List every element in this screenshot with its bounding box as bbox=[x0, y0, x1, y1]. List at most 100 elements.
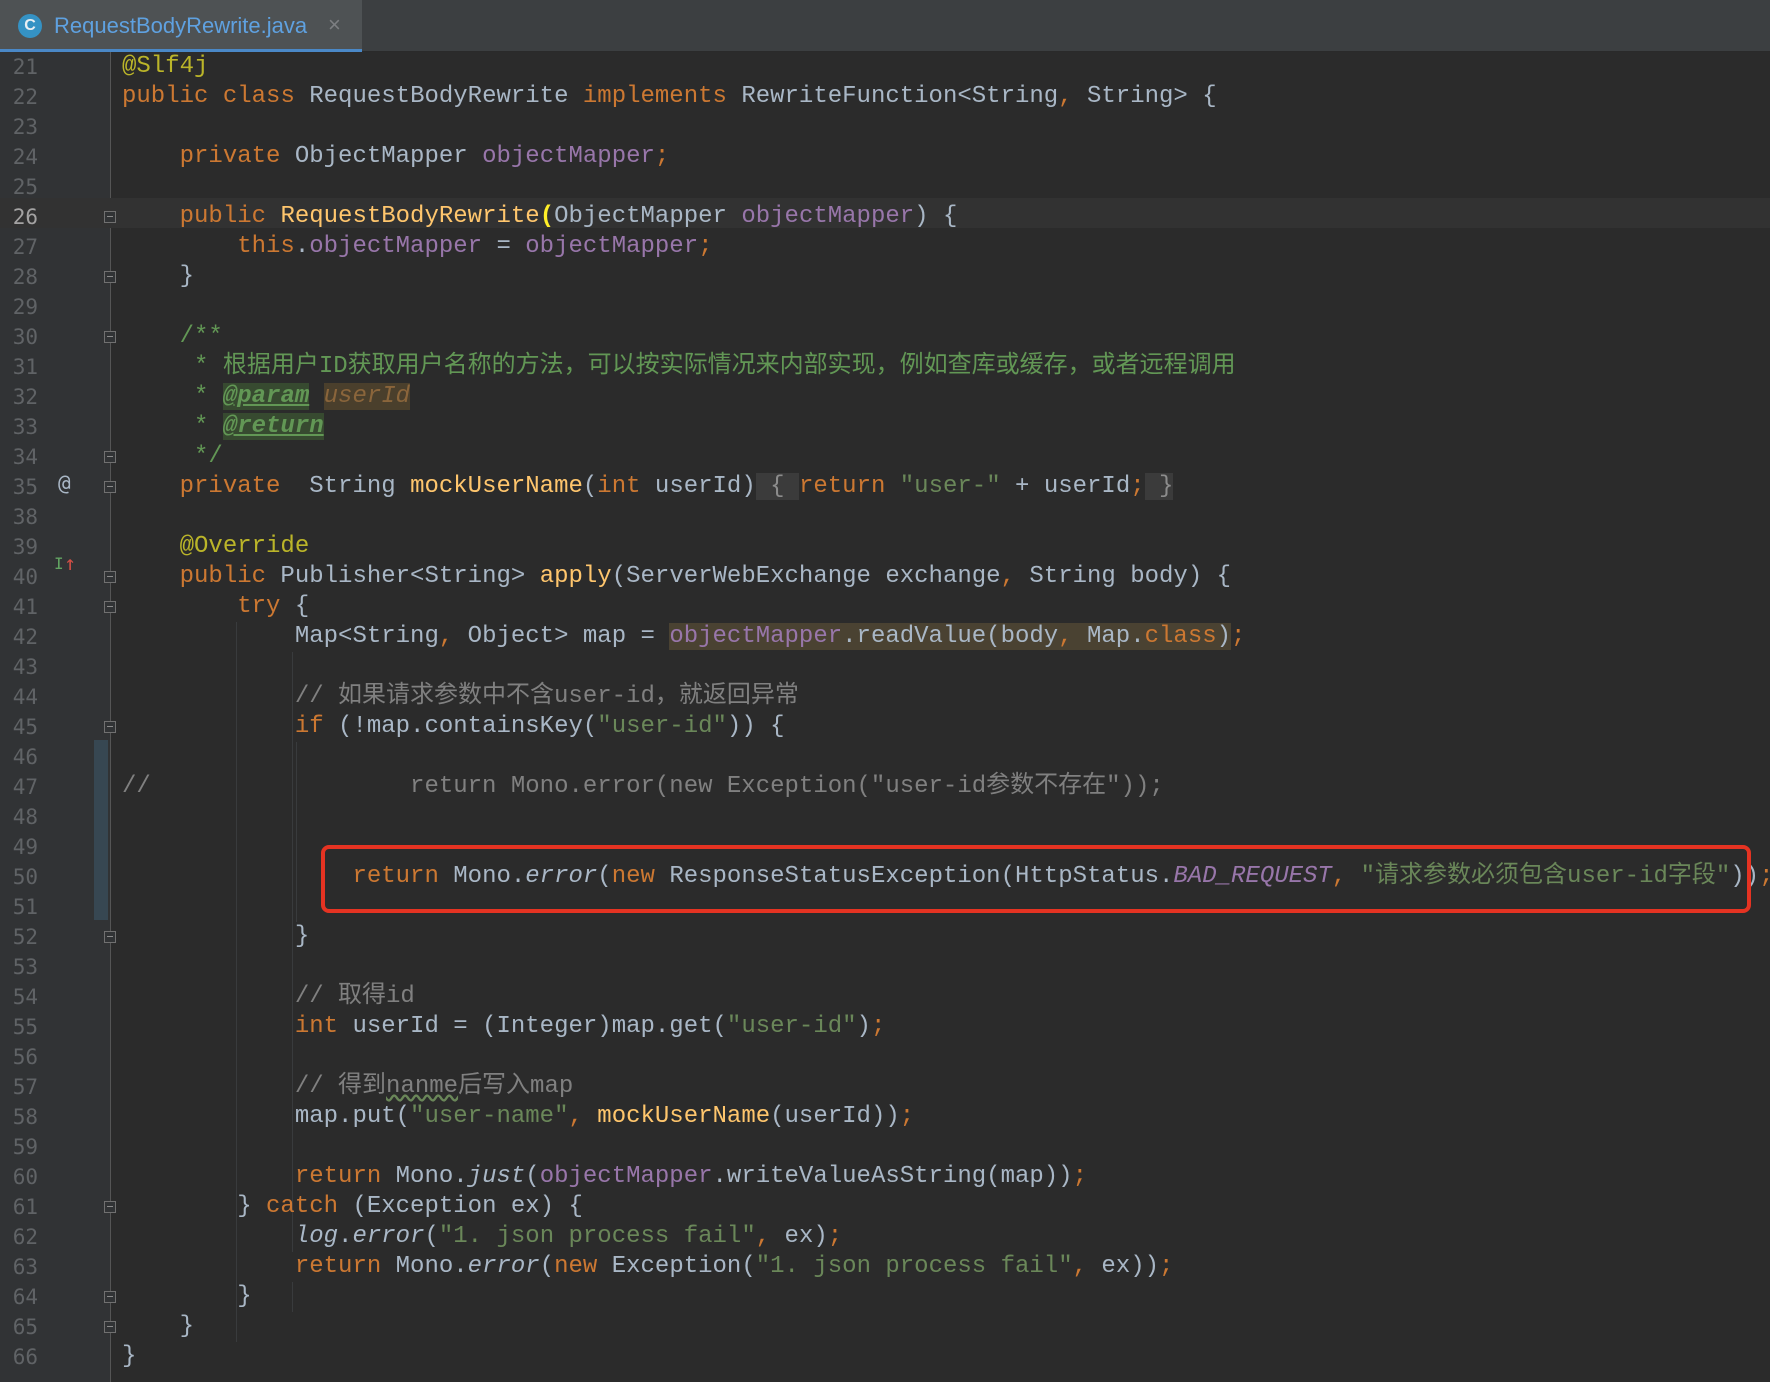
implements-gutter-icon[interactable]: I bbox=[54, 549, 64, 579]
line-number: 62 bbox=[12, 1225, 38, 1249]
code-line[interactable]: } bbox=[122, 262, 194, 292]
line-number: 45 bbox=[12, 715, 38, 739]
line-number: 35 bbox=[12, 475, 38, 499]
close-tab-icon[interactable]: × bbox=[328, 12, 341, 38]
tab-label[interactable]: RequestBodyRewrite.java bbox=[54, 13, 307, 39]
code-line[interactable]: private String mockUserName(int userId) … bbox=[122, 472, 1174, 502]
code-line[interactable]: return Mono.error(new Exception("1. json… bbox=[122, 1252, 1174, 1282]
code-line[interactable]: Map<String, Object> map = objectMapper.r… bbox=[122, 622, 1245, 652]
code-line[interactable]: if (!map.containsKey("user-id")) { bbox=[122, 712, 785, 742]
line-number: 38 bbox=[12, 505, 38, 529]
java-class-icon: C bbox=[18, 14, 42, 38]
line-number: 44 bbox=[12, 685, 38, 709]
fold-marker-icon[interactable] bbox=[104, 601, 116, 613]
highlight-annotation-box bbox=[321, 845, 1751, 913]
line-number: 39 bbox=[12, 535, 38, 559]
line-number: 24 bbox=[12, 145, 38, 169]
vcs-change-marker[interactable] bbox=[94, 740, 108, 920]
line-number: 47 bbox=[12, 775, 38, 799]
line-number: 51 bbox=[12, 895, 38, 919]
line-number: 46 bbox=[12, 745, 38, 769]
line-number: 42 bbox=[12, 625, 38, 649]
line-number: 29 bbox=[12, 295, 38, 319]
line-number: 23 bbox=[12, 115, 38, 139]
line-number: 49 bbox=[12, 835, 38, 859]
line-number: 56 bbox=[12, 1045, 38, 1069]
line-number: 41 bbox=[12, 595, 38, 619]
code-line[interactable]: @Override bbox=[122, 532, 310, 562]
line-number: 31 bbox=[12, 355, 38, 379]
fold-marker-icon[interactable] bbox=[104, 1291, 116, 1303]
line-number: 33 bbox=[12, 415, 38, 439]
code-line[interactable]: private ObjectMapper objectMapper; bbox=[122, 142, 670, 172]
code-line[interactable]: try { bbox=[122, 592, 309, 622]
code-line[interactable]: public Publisher<String> apply(ServerWeb… bbox=[122, 562, 1231, 592]
line-number: 50 bbox=[12, 865, 38, 889]
line-number: 53 bbox=[12, 955, 38, 979]
fold-marker-icon[interactable] bbox=[104, 1201, 116, 1213]
fold-marker-icon[interactable] bbox=[104, 721, 116, 733]
code-line[interactable]: int userId = (Integer)map.get("user-id")… bbox=[122, 1012, 886, 1042]
gutter-separator bbox=[110, 52, 111, 1382]
code-line[interactable]: * 根据用户ID获取用户名称的方法，可以按实际情况来内部实现，例如查库或缓存，或… bbox=[122, 352, 1236, 382]
editor-tab-bar: C RequestBodyRewrite.java × bbox=[0, 0, 1770, 52]
line-number: 52 bbox=[12, 925, 38, 949]
fold-marker-icon[interactable] bbox=[104, 331, 116, 343]
line-number: 58 bbox=[12, 1105, 38, 1129]
code-line[interactable]: return Mono.just(objectMapper.writeValue… bbox=[122, 1162, 1087, 1192]
code-line[interactable]: // 得到nanme后写入map bbox=[122, 1072, 573, 1102]
code-line[interactable]: } bbox=[122, 1312, 194, 1342]
line-number: 60 bbox=[12, 1165, 38, 1189]
code-line[interactable]: * @param userId bbox=[122, 382, 411, 412]
code-line[interactable]: this.objectMapper = objectMapper; bbox=[122, 232, 712, 262]
line-number: 55 bbox=[12, 1015, 38, 1039]
fold-marker-icon[interactable] bbox=[104, 571, 116, 583]
fold-marker-icon[interactable] bbox=[104, 931, 116, 943]
indent-guide bbox=[292, 1282, 293, 1312]
line-number: 27 bbox=[12, 235, 38, 259]
line-number: 22 bbox=[12, 85, 38, 109]
code-line[interactable]: // return Mono.error(new Exception("user… bbox=[122, 772, 1164, 802]
line-number: 65 bbox=[12, 1315, 38, 1339]
code-line[interactable]: log.error("1. json process fail", ex); bbox=[122, 1222, 842, 1252]
code-line[interactable]: } catch (Exception ex) { bbox=[122, 1192, 583, 1222]
code-line[interactable]: // 取得id bbox=[122, 982, 415, 1012]
code-line[interactable]: @Slf4j bbox=[122, 52, 208, 82]
fold-marker-icon[interactable] bbox=[104, 451, 116, 463]
line-number: 48 bbox=[12, 805, 38, 829]
line-number: 63 bbox=[12, 1255, 38, 1279]
fold-marker-icon[interactable] bbox=[104, 1321, 116, 1333]
code-line[interactable]: } bbox=[122, 922, 309, 952]
line-number: 61 bbox=[12, 1195, 38, 1219]
code-line[interactable]: */ bbox=[122, 442, 223, 472]
line-number: 40 bbox=[12, 565, 38, 589]
code-line[interactable]: // 如果请求参数中不含user-id，就返回异常 bbox=[122, 682, 799, 712]
line-number: 59 bbox=[12, 1135, 38, 1159]
line-number: 54 bbox=[12, 985, 38, 1009]
line-number: 26 bbox=[12, 205, 38, 229]
line-number: 28 bbox=[12, 265, 38, 289]
line-number: 30 bbox=[12, 325, 38, 349]
line-number: 66 bbox=[12, 1345, 38, 1369]
code-line[interactable]: public class RequestBodyRewrite implemen… bbox=[122, 82, 1217, 112]
line-number: 57 bbox=[12, 1075, 38, 1099]
fold-marker-icon[interactable] bbox=[104, 211, 116, 223]
indent-guide bbox=[296, 742, 297, 922]
code-editor[interactable]: 21 22 23 24 25 26 27 28 29 30 31 32 33 34 35 38 39 40 41 42… bbox=[0, 52, 1770, 1382]
line-number: 34 bbox=[12, 445, 38, 469]
line-number: 43 bbox=[12, 655, 38, 679]
fold-marker-icon[interactable] bbox=[104, 271, 116, 283]
line-number: 32 bbox=[12, 385, 38, 409]
code-line[interactable]: /** bbox=[122, 322, 223, 352]
code-line[interactable]: public RequestBodyRewrite(ObjectMapper o… bbox=[122, 202, 958, 232]
fold-marker-icon[interactable] bbox=[104, 481, 116, 493]
line-number: 25 bbox=[12, 175, 38, 199]
tab-request-body-rewrite[interactable]: C RequestBodyRewrite.java × bbox=[0, 0, 362, 52]
code-line[interactable]: * @return bbox=[122, 412, 324, 442]
override-gutter-icon[interactable]: @ bbox=[58, 468, 71, 498]
code-line[interactable]: } bbox=[122, 1282, 251, 1312]
line-number: 64 bbox=[12, 1285, 38, 1309]
code-line[interactable]: } bbox=[122, 1342, 136, 1372]
implements-arrow-icon[interactable]: ↑ bbox=[64, 548, 76, 578]
code-line[interactable]: map.put("user-name", mockUserName(userId… bbox=[122, 1102, 914, 1132]
